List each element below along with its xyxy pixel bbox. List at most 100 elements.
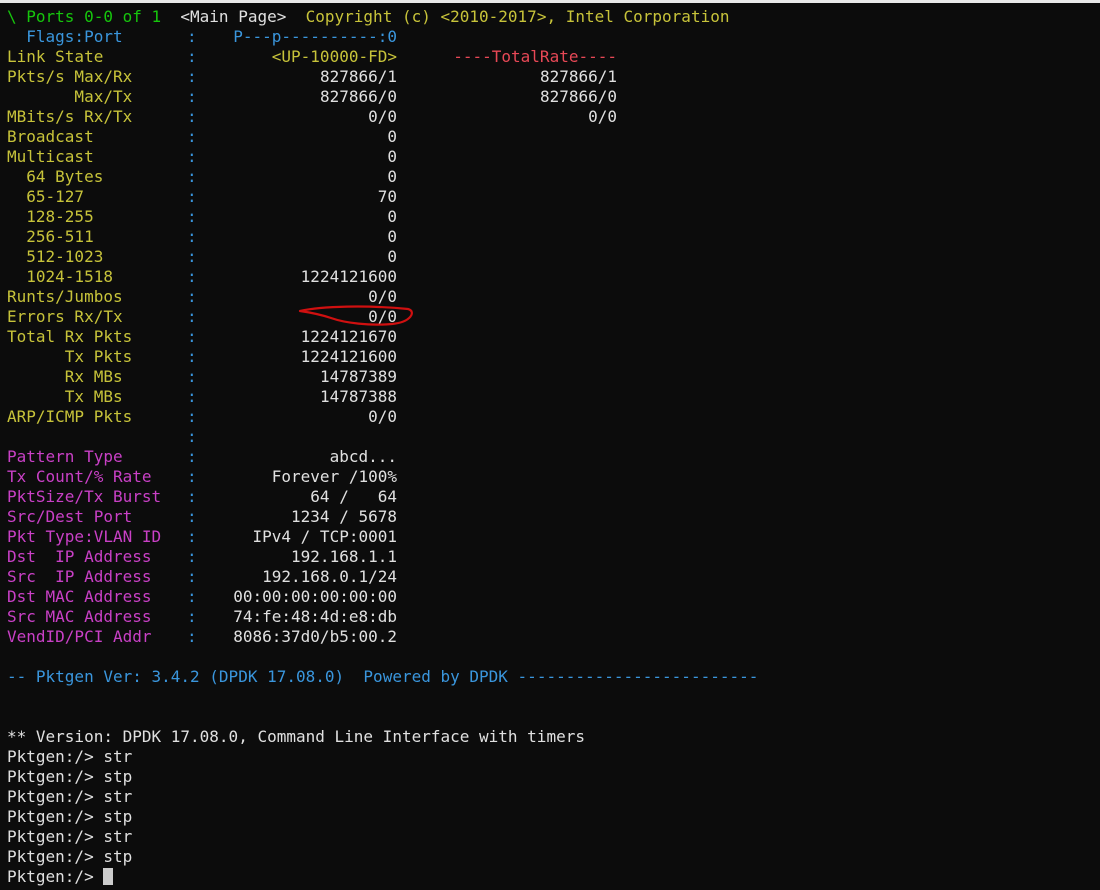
config-value: 1234 / 5678 (291, 507, 397, 526)
stat-row: Tx Pkts: 1224121600 (0, 347, 1100, 367)
config-separator: : (187, 567, 197, 586)
stat-separator: : (187, 107, 197, 126)
config-label: Pkt Type:VLAN ID (7, 527, 162, 546)
stat-row: MBits/s Rx/Tx: 0/0 0/0 (0, 107, 1100, 127)
config-row: Dst MAC Address: 00:00:00:00:00:00 (0, 587, 1100, 607)
stat-row: 128-255: 0 (0, 207, 1100, 227)
stat-separator: : (187, 247, 197, 266)
stat-row: Errors Rx/Tx: 0/0 (0, 307, 1100, 327)
stat-value: 0/0 (368, 287, 397, 306)
stat-value: 0 (387, 167, 397, 186)
config-row: Dst IP Address: 192.168.1.1 (0, 547, 1100, 567)
window-top-edge (0, 0, 1100, 3)
stat-label: Rx MBs (7, 367, 123, 386)
stat-row: ARP/ICMP Pkts: 0/0 (0, 407, 1100, 427)
stat-separator: : (187, 407, 197, 426)
config-separator: : (187, 507, 197, 526)
stat-label: ARP/ICMP Pkts (7, 407, 133, 426)
stat-separator: : (187, 367, 197, 386)
stat-label: 128-255 (7, 207, 94, 226)
stat-row: Broadcast: 0 (0, 127, 1100, 147)
stat-row: 512-1023: 0 (0, 247, 1100, 267)
text-cursor[interactable] (103, 868, 114, 885)
stat-row: Pkts/s Max/Rx: 827866/1 827866/1 (0, 67, 1100, 87)
history-line: Pktgen:/> str (7, 787, 133, 806)
history-line: Pktgen:/> stp (7, 767, 133, 786)
stat-label: Errors Rx/Tx (7, 307, 123, 326)
stat-value: 0/0 (368, 307, 397, 326)
config-label: Dst MAC Address (7, 587, 152, 606)
config-row: Src MAC Address: 74:fe:48:4d:e8:db (0, 607, 1100, 627)
stat-value: 827866/0 (319, 87, 397, 106)
stat-label: 1024-1518 (7, 267, 113, 286)
config-row: Src IP Address: 192.168.0.1/24 (0, 567, 1100, 587)
stat-value: 0 (387, 247, 397, 266)
stat-separator: : (187, 307, 197, 326)
config-separator: : (187, 587, 197, 606)
config-value: IPv4 / TCP:0001 (252, 527, 398, 546)
powered-by-dpdk: Powered by DPDK ------------------------… (363, 667, 759, 686)
stat-label: Runts/Jumbos (7, 287, 123, 306)
prompt-text: Pktgen:/> (7, 867, 104, 886)
stat-separator: : (187, 347, 197, 366)
stat-separator: : (187, 227, 197, 246)
config-label: Pattern Type (7, 447, 123, 466)
stat-separator: : (187, 67, 197, 86)
command-prompt-line[interactable]: Pktgen:/> (7, 867, 114, 887)
stat-label: Tx Pkts (7, 347, 133, 366)
stat-value: 0/0 (368, 107, 397, 126)
flags-label: Flags:Port (7, 27, 123, 46)
stat-row: 65-127: 70 (0, 187, 1100, 207)
stat-separator: : (187, 167, 197, 186)
stat-row: Runts/Jumbos: 0/0 (0, 287, 1100, 307)
config-label: Src MAC Address (7, 607, 152, 626)
stat-row: Max/Tx: 827866/0 827866/0 (0, 87, 1100, 107)
stat-value: 1224121670 (300, 327, 397, 346)
config-value: 00:00:00:00:00:00 (233, 587, 397, 606)
config-separator: : (187, 447, 197, 466)
config-row: Pkt Type:VLAN ID: IPv4 / TCP:0001 (0, 527, 1100, 547)
terminal-window[interactable]: \ Ports 0-0 of 1 <Main Page> Copyright (… (0, 0, 1100, 890)
stat-row: 1024-1518: 1224121600 (0, 267, 1100, 287)
config-value: 192.168.1.1 (291, 547, 397, 566)
config-row: Pattern Type: abcd... (0, 447, 1100, 467)
copyright-text: Copyright (c) <2010-2017>, Intel Corpora… (305, 7, 730, 26)
stat-label: Tx MBs (7, 387, 123, 406)
config-separator: : (187, 607, 197, 626)
header-line: \ Ports 0-0 of 1 <Main Page> Copyright (… (7, 7, 729, 27)
config-label: PktSize/Tx Burst (7, 487, 162, 506)
config-separator: : (187, 547, 197, 566)
config-label: VendID/PCI Addr (7, 627, 152, 646)
config-separator: : (187, 527, 197, 546)
history-line: Pktgen:/> stp (7, 807, 133, 826)
stat-row: Multicast: 0 (0, 147, 1100, 167)
link-state-row: Link State : <UP-10000-FD> ----TotalRate… (0, 47, 1100, 67)
blank-stat-row: : (0, 427, 1100, 447)
stat-value: 0 (387, 147, 397, 166)
config-row: Tx Count/% Rate: Forever /100% (0, 467, 1100, 487)
config-row: PktSize/Tx Burst: 64 / 64 (0, 487, 1100, 507)
pktgen-version: -- Pktgen Ver: 3.4.2 (DPDK 17.08.0) (7, 667, 345, 686)
stat-row: Total Rx Pkts: 1224121670 (0, 327, 1100, 347)
stat-label: Broadcast (7, 127, 94, 146)
cli-version-line: ** Version: DPDK 17.08.0, Command Line I… (7, 727, 585, 746)
stat-separator: : (187, 87, 197, 106)
flags-value: P---p----------:0 (233, 27, 397, 46)
config-value: 192.168.0.1/24 (262, 567, 397, 586)
link-state-value: <UP-10000-FD> (271, 47, 397, 66)
stat-label: Max/Tx (7, 87, 133, 106)
stat-value: 0/0 (368, 407, 397, 426)
config-value: 8086:37d0/b5:00.2 (233, 627, 397, 646)
stat-separator: : (187, 207, 197, 226)
config-value: Forever /100% (271, 467, 397, 486)
config-separator: : (187, 487, 197, 506)
config-label: Dst IP Address (7, 547, 152, 566)
history-line: Pktgen:/> stp (7, 847, 133, 866)
stat-label: 65-127 (7, 187, 85, 206)
stat-label: Multicast (7, 147, 94, 166)
config-value: abcd... (329, 447, 397, 466)
stat-separator: : (187, 267, 197, 286)
page-title: <Main Page> (180, 7, 287, 26)
stat-value: 0 (387, 207, 397, 226)
link-state-label: Link State (7, 47, 104, 66)
